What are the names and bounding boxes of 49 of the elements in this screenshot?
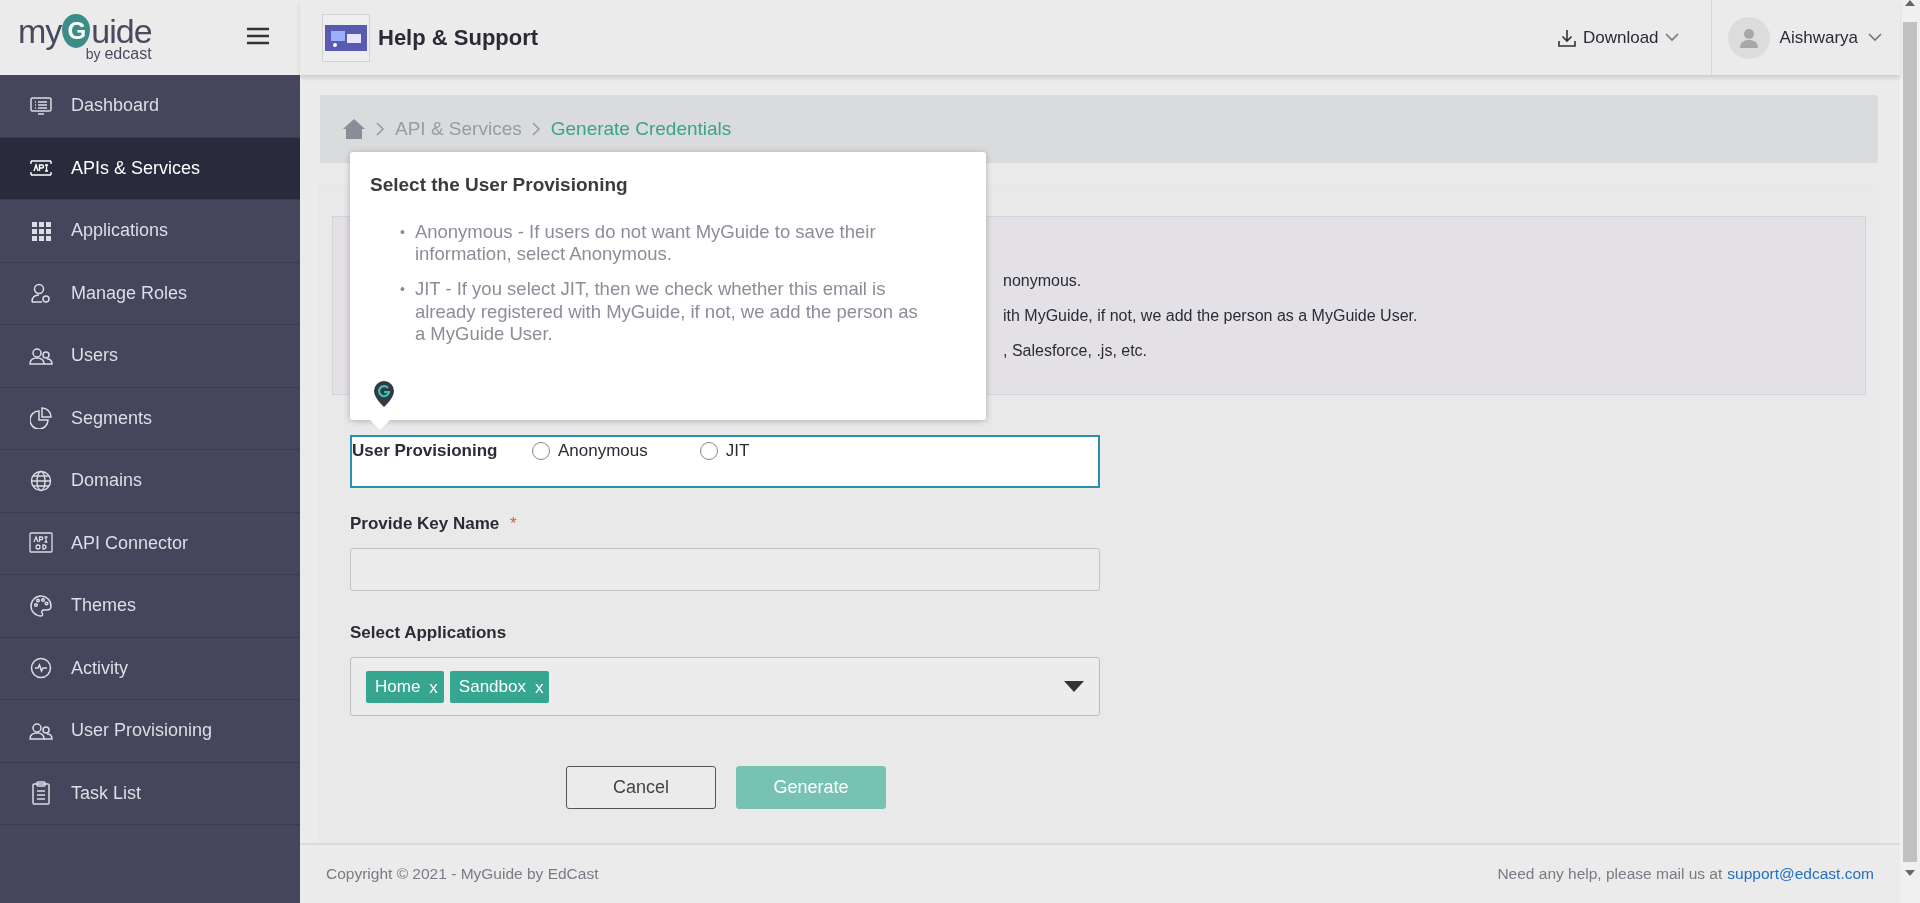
copyright-text: Copyright © 2021 - MyGuide by EdCast [326,865,599,883]
bracketed-block-icon [29,158,53,179]
email-link[interactable]: support@edcast.com [1727,865,1874,883]
palette-icon [29,593,53,618]
key-name-field[interactable] [350,548,1100,591]
home-icon[interactable] [342,118,366,140]
page-title: Help & Support [378,24,540,51]
tooltip-text: JIT - If you select JIT, then we check whether this email is already registered with MyGuide, if not, we add the person as a MyGuide User. [414,278,919,345]
help-text: Need any help, please mail us at [1497,865,1723,883]
radio-option[interactable]: Anonymous [532,441,648,461]
users-icon [29,720,53,741]
info-text: ith MyGuide, if not, we add the person as a MyGuide User. [1003,307,1419,325]
caret-icon [1064,681,1084,692]
scrollbar-thumb[interactable] [1903,22,1917,862]
myguide-logo: my G uide by edcast [18,13,152,62]
radio-option[interactable]: JIT [699,441,750,461]
scroll-down-icon [1905,870,1915,876]
menu-icon [246,26,270,46]
application-tag: Sandbox x [449,670,550,703]
chevron-right-icon [376,122,385,136]
field-label: Select Applications [350,623,508,643]
bullet-mark: • [400,223,405,242]
location-pin-icon [373,380,395,408]
chevron-down-icon [1664,33,1679,42]
users-icon [29,345,53,366]
clipboard-icon [31,781,51,806]
cancel-button[interactable]: Cancel [566,766,716,809]
scroll-up-icon [1905,0,1915,6]
list-icon [30,95,52,116]
illustration-icon [325,24,367,51]
plug-panel-icon [29,532,53,555]
chevron-right-icon [531,122,541,136]
info-text: , Salesforce, .js, etc. [1003,342,1149,360]
field-label: User Provisioning [352,441,499,461]
download-button[interactable]: Download [1556,0,1712,75]
tooltip-title: Select the User Provisioning [370,174,629,196]
chevron-down-icon [1868,33,1882,42]
application-tag: Home x [366,670,444,703]
globe-icon [30,469,52,492]
sidebar-item[interactable]: APIs & Services [0,137,300,200]
activity-icon [30,657,52,680]
grid-icon [31,220,51,241]
bullet-mark: • [400,280,405,300]
user-menu[interactable]: Aishwarya [1711,16,1882,59]
tooltip-text: Anonymous - If users do not want MyGuide to save their information, select Anonymous. [414,221,877,266]
info-text: nonymous. [1003,272,1083,290]
download-icon [1556,27,1577,48]
pie-chart-icon [30,407,52,430]
field-label: Provide Key Name * [350,514,518,534]
